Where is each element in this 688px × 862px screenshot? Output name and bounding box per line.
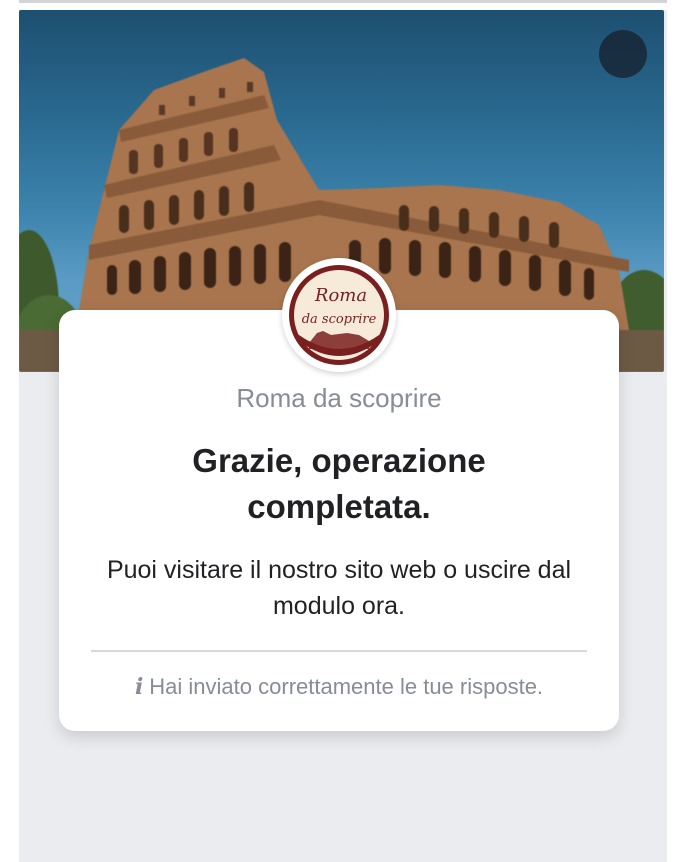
confirmation-card: Roma da scoprire Grazie, operazione comp… [59, 310, 619, 731]
divider [91, 650, 587, 652]
submission-note-text: Hai inviato correttamente le tue rispost… [149, 674, 544, 699]
confirmation-message: Puoi visitare il nostro sito web o uscir… [106, 556, 572, 620]
logo-text-roma: Roma [314, 285, 367, 306]
close-button[interactable] [599, 30, 647, 78]
form-panel: Roma da scoprire Grazie, operazione comp… [19, 10, 667, 862]
confirmation-title: Grazie, operazione completata. [192, 442, 486, 525]
submission-note: i Hai inviato correttamente le tue rispo… [59, 674, 619, 700]
info-icon: i [134, 674, 144, 700]
roma-da-scoprire-logo: Roma da scoprire [289, 265, 389, 365]
brand-logo: Roma da scoprire [282, 258, 396, 372]
organization-name: Roma da scoprire [236, 383, 442, 413]
top-divider [19, 0, 667, 3]
logo-text-subtitle: da scoprire [302, 312, 377, 327]
